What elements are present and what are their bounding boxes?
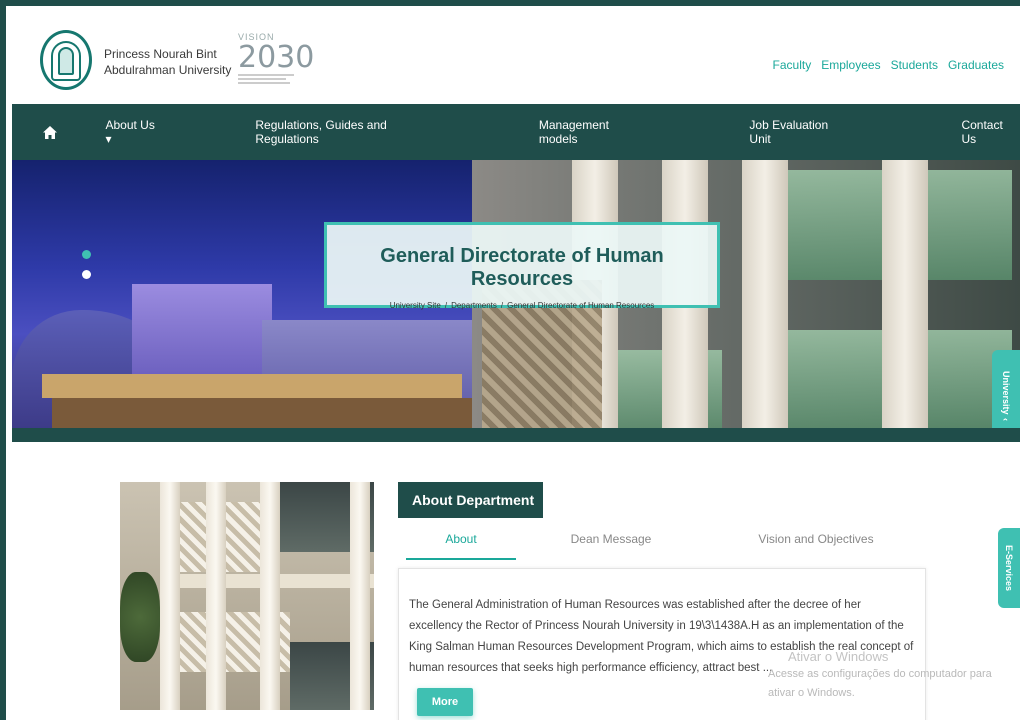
hero-deck bbox=[42, 374, 462, 398]
hero-column bbox=[882, 160, 928, 428]
more-button[interactable]: More bbox=[417, 688, 473, 716]
main-nav: About Us ▾ Regulations, Guides and Regul… bbox=[12, 104, 1020, 160]
vision-number: 2030 bbox=[238, 40, 315, 75]
watermark-title: Ativar o Windows bbox=[788, 649, 889, 664]
slider-dot[interactable] bbox=[82, 270, 91, 279]
breadcrumb-current: General Directorate of Human Resources bbox=[507, 301, 655, 310]
breadcrumb-separator: / bbox=[444, 301, 448, 310]
photo-column bbox=[350, 482, 370, 710]
breadcrumb-separator: / bbox=[500, 301, 504, 310]
university-name[interactable]: Princess Nourah Bint Abdulrahman Univers… bbox=[104, 46, 231, 78]
side-tab-e-services-label: E-Services bbox=[1004, 544, 1014, 592]
nav-about-us[interactable]: About Us ▾ bbox=[105, 118, 163, 146]
watermark-line2: ativar o Windows. bbox=[768, 687, 855, 699]
page-title: General Directorate of Human Resources bbox=[380, 245, 664, 290]
vision-2030-logo: VISION 2030 bbox=[238, 32, 318, 98]
page: Princess Nourah Bint Abdulrahman Univers… bbox=[0, 0, 1020, 720]
nav-contact-us[interactable]: Contact Us bbox=[961, 118, 1020, 146]
vision-sub-text bbox=[238, 74, 318, 84]
watermark-line1: Acesse as configurações do computador pa… bbox=[768, 668, 992, 680]
nav-regulations[interactable]: Regulations, Guides and Regulations bbox=[255, 118, 450, 146]
tab-dean-message[interactable]: Dean Message bbox=[516, 526, 706, 560]
side-tab-e-services[interactable]: E-Services bbox=[998, 528, 1020, 608]
tab-vision-objectives[interactable]: Vision and Objectives bbox=[706, 526, 926, 560]
nav-management-models[interactable]: Management models bbox=[539, 118, 650, 146]
about-department-heading: About Department bbox=[398, 482, 543, 518]
hero-bottom-bar bbox=[12, 428, 1020, 442]
logo-arch-inner bbox=[58, 47, 74, 75]
hero-column bbox=[742, 160, 788, 428]
page-title-box: General Directorate of Human Resources U… bbox=[324, 222, 720, 310]
windows-activation-watermark: Ativar o Windows Acesse as configurações… bbox=[768, 649, 992, 703]
university-name-line2: Abdulrahman University bbox=[104, 63, 232, 77]
link-faculty[interactable]: Faculty bbox=[773, 58, 812, 72]
photo-column bbox=[260, 482, 280, 710]
photo-column bbox=[160, 482, 180, 710]
breadcrumb-departments[interactable]: Departments bbox=[451, 301, 497, 310]
department-photo bbox=[120, 482, 374, 710]
chevron-left-icon: ‹ bbox=[1001, 418, 1011, 422]
hero-deck-base bbox=[52, 398, 482, 428]
department-tabs: About Dean Message Vision and Objectives bbox=[406, 526, 926, 560]
breadcrumb-university-site[interactable]: University Site bbox=[390, 301, 441, 310]
audience-links: Faculty Employees Students Graduates bbox=[773, 58, 1004, 72]
slider-dot-active[interactable] bbox=[82, 250, 91, 259]
side-tab-university-label: University bbox=[1001, 370, 1011, 415]
photo-tree bbox=[120, 572, 160, 662]
nav-job-evaluation-unit[interactable]: Job Evaluation Unit bbox=[749, 118, 851, 146]
breadcrumb: University Site / Departments / General Dire… bbox=[327, 301, 717, 310]
photo-column bbox=[206, 482, 226, 710]
site-header: Princess Nourah Bint Abdulrahman Univers… bbox=[12, 12, 1020, 104]
university-logo[interactable] bbox=[40, 30, 92, 90]
link-graduates[interactable]: Graduates bbox=[948, 58, 1004, 72]
link-students[interactable]: Students bbox=[891, 58, 938, 72]
home-icon[interactable] bbox=[30, 125, 69, 140]
tab-about[interactable]: About bbox=[406, 526, 516, 560]
university-name-line1: Princess Nourah Bint bbox=[104, 47, 217, 61]
hero-building-tower bbox=[132, 284, 272, 374]
link-employees[interactable]: Employees bbox=[821, 58, 880, 72]
